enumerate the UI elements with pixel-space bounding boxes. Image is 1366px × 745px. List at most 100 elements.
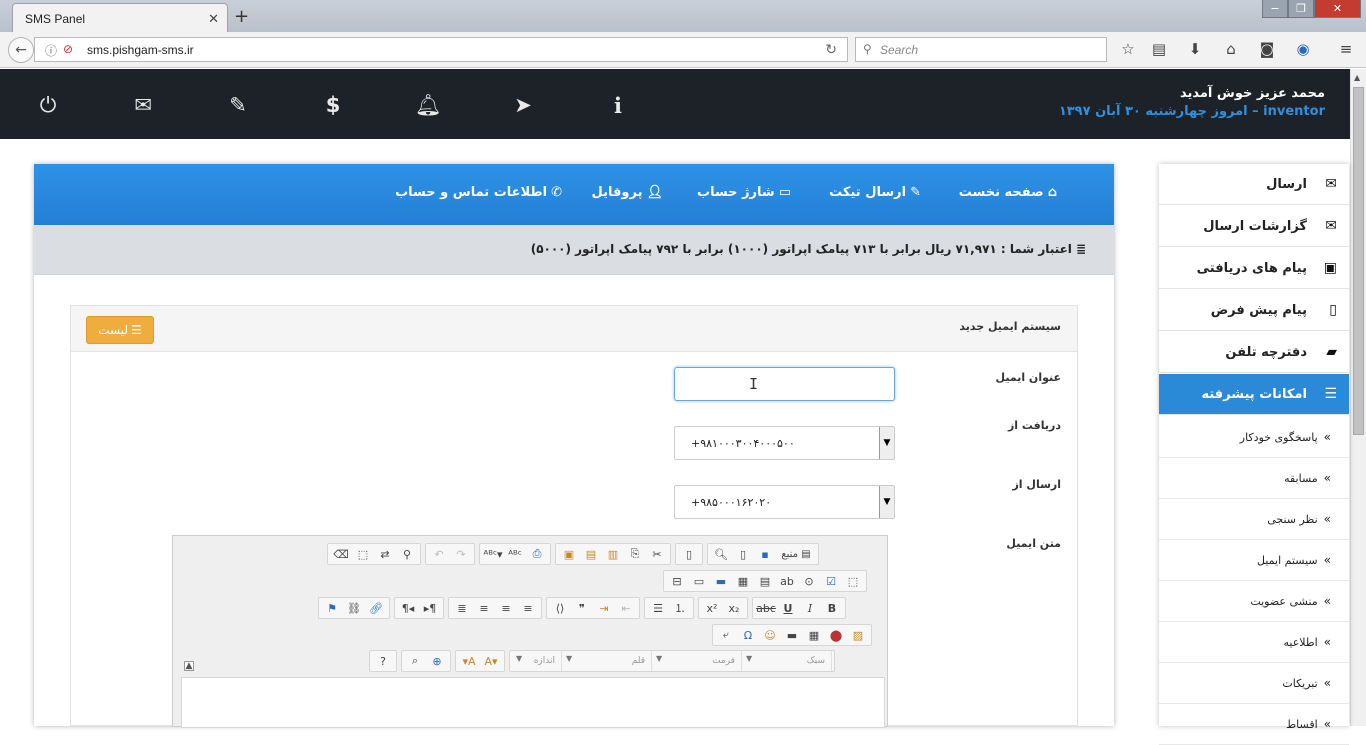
numbered-list-icon[interactable]: ⒈ xyxy=(669,598,691,618)
replace-icon[interactable]: ⇄ xyxy=(374,544,396,564)
nav-profile[interactable]: 👤︎پروفایل xyxy=(592,185,663,200)
redo-icon[interactable]: ↷ xyxy=(450,544,472,564)
nav-home[interactable]: ⌂صفحه نخست xyxy=(959,185,1057,200)
eraser-icon[interactable]: ⌫ xyxy=(330,544,352,564)
pocket-icon[interactable]: ◙ xyxy=(1257,40,1277,58)
sidebar-subitem-installments[interactable]: » اقساط xyxy=(1159,704,1349,745)
back-button[interactable]: ← xyxy=(8,37,34,63)
superscript-icon[interactable]: x² xyxy=(701,598,723,618)
new-tab-button[interactable]: + xyxy=(234,6,249,27)
bell-icon[interactable]: 🔔︎ xyxy=(413,93,443,117)
power-icon[interactable]: ⏻ xyxy=(33,93,63,117)
close-window-button[interactable]: ✕ xyxy=(1314,0,1361,18)
reload-icon[interactable]: ↻ xyxy=(825,41,837,58)
scroll-thumb[interactable] xyxy=(1353,87,1364,435)
sidebar-item-advanced[interactable]: ☰ امکانات پیشرفته xyxy=(1159,374,1349,415)
radio-icon[interactable]: ⊙ xyxy=(798,571,820,591)
browser-tab[interactable]: SMS Panel ✕ xyxy=(12,3,228,32)
link-icon[interactable]: 🔗︎ xyxy=(365,598,387,618)
sidebar-subitem-contest[interactable]: » مسابقه xyxy=(1159,458,1349,499)
paste-text-icon[interactable]: ▤ xyxy=(580,544,602,564)
dropdown-arrow-icon[interactable]: ▼ xyxy=(879,486,894,518)
strikethrough-icon[interactable]: abc xyxy=(755,598,777,618)
form-icon[interactable]: ⊟ xyxy=(666,571,688,591)
sidebar-item-phonebook[interactable]: ▰ دفترچه تلفن xyxy=(1159,332,1349,373)
templates-icon[interactable]: ▯ xyxy=(678,544,700,564)
div-container-icon[interactable]: ⟨⟩ xyxy=(549,598,571,618)
horizontal-line-icon[interactable]: ▬ xyxy=(781,625,803,645)
background-color-icon[interactable]: ▾A xyxy=(458,651,480,671)
mail-icon[interactable]: ✉ xyxy=(128,93,158,117)
bookmark-star-icon[interactable]: ☆ xyxy=(1118,40,1138,58)
sidebar-item-inbox[interactable]: ▣ پیام های دریافتی xyxy=(1159,248,1349,289)
paste-word-icon[interactable]: ▣ xyxy=(558,544,580,564)
indent-icon[interactable]: ⇥ xyxy=(593,598,615,618)
bold-icon[interactable]: B xyxy=(821,598,843,618)
sidebar-item-send[interactable]: ✉ ارسال xyxy=(1159,164,1349,205)
spellcheck-icon[interactable]: ᴬᴮᶜ xyxy=(504,544,526,564)
image-icon[interactable]: ▨ xyxy=(847,625,869,645)
editor-content-area[interactable] xyxy=(181,677,885,728)
undo-icon[interactable]: ↶ xyxy=(428,544,450,564)
maximize-icon[interactable]: ⊕ xyxy=(426,651,448,671)
table-icon[interactable]: ▦ xyxy=(803,625,825,645)
receive-from-select[interactable]: +۹۸۱۰۰۰۳۰۰۴۰۰۰۵۰۰ ▼ xyxy=(674,426,895,460)
subscript-icon[interactable]: x₂ xyxy=(723,598,745,618)
dollar-icon[interactable]: $ xyxy=(318,93,348,117)
collapse-toolbar-icon[interactable]: ▲ xyxy=(184,661,194,671)
ticket-icon[interactable]: ✎ xyxy=(223,93,253,117)
dropdown-arrow-icon[interactable]: ▼ xyxy=(879,427,894,459)
search-input[interactable]: ⚲ Search xyxy=(855,37,1107,62)
style-select[interactable]: سبک ▼ xyxy=(742,651,832,671)
underline-icon[interactable]: U xyxy=(777,598,799,618)
textfield-icon[interactable]: ▭ xyxy=(688,571,710,591)
smiley-icon[interactable]: ☺ xyxy=(759,625,781,645)
align-left-icon[interactable]: ≡ xyxy=(517,598,539,618)
send-from-select[interactable]: +۹۸۵۰۰۰۱۶۲۰۲۰ ▼ xyxy=(674,485,895,519)
text-direction-rtl-icon[interactable]: ¶◂ xyxy=(397,598,419,618)
print-icon[interactable]: ⎙ xyxy=(526,544,548,564)
find-icon[interactable]: ⚲ xyxy=(396,544,418,564)
cut-icon[interactable]: ✂ xyxy=(646,544,668,564)
save-icon[interactable]: ▪ xyxy=(754,544,776,564)
text-color-icon[interactable]: A▾ xyxy=(480,651,502,671)
info-icon[interactable]: ⓘ xyxy=(45,42,57,59)
source-button[interactable]: منبع ▤ xyxy=(776,544,816,564)
button-icon[interactable]: ▬ xyxy=(710,571,732,591)
page-break-icon[interactable]: ⤶ xyxy=(715,625,737,645)
nav-contact-info[interactable]: ✆اطلاعات تماس و حساب xyxy=(395,185,562,200)
text-direction-ltr-icon[interactable]: ▸¶ xyxy=(419,598,441,618)
special-char-icon[interactable]: Ω xyxy=(737,625,759,645)
menu-icon[interactable]: ≡ xyxy=(1336,40,1356,58)
tab-close-icon[interactable]: ✕ xyxy=(208,11,219,27)
flash-icon[interactable]: ⬤ xyxy=(825,625,847,645)
address-bar[interactable]: ⓘ ⊘ sms.pishgam-sms.ir ↻ xyxy=(34,37,848,62)
minimize-button[interactable]: − xyxy=(1262,0,1288,18)
image-button-icon[interactable]: ▦ xyxy=(732,571,754,591)
preview-icon[interactable]: 🔍︎ xyxy=(710,544,732,564)
textarea-icon[interactable]: ab xyxy=(776,571,798,591)
insecure-lock-icon[interactable]: ⊘ xyxy=(63,42,73,56)
help-icon[interactable]: ? xyxy=(372,651,394,671)
language-flag-icon[interactable]: ⚑ xyxy=(321,598,343,618)
scroll-up-icon[interactable]: ▲ xyxy=(1354,73,1360,82)
font-select[interactable]: قلم ▼ xyxy=(562,651,652,671)
sidebar-subitem-poll[interactable]: » نظر سنجی xyxy=(1159,499,1349,540)
paste-icon[interactable]: ▥ xyxy=(602,544,624,564)
nav-charge-account[interactable]: ▭شارژ حساب xyxy=(697,185,791,200)
account-icon[interactable]: ◉ xyxy=(1293,40,1313,58)
home-icon[interactable]: ⌂ xyxy=(1221,40,1241,58)
sidebar-subitem-greetings[interactable]: » تبریکات xyxy=(1159,663,1349,704)
unlink-icon[interactable]: ⛓ xyxy=(343,598,365,618)
sidebar-item-default-messages[interactable]: ▯ پیام پیش فرض xyxy=(1159,290,1349,331)
format-select[interactable]: فرمت ▼ xyxy=(652,651,742,671)
justify-icon[interactable]: ≣ xyxy=(451,598,473,618)
select-all-icon[interactable]: ⬚ xyxy=(352,544,374,564)
show-blocks-icon[interactable]: ⌕ xyxy=(404,651,426,671)
restore-button[interactable]: ❐ xyxy=(1288,0,1314,18)
outdent-icon[interactable]: ⇤ xyxy=(615,598,637,618)
align-center-icon[interactable]: ≡ xyxy=(495,598,517,618)
list-button[interactable]: ☰ لیست xyxy=(86,316,154,344)
reading-list-icon[interactable]: ▤ xyxy=(1149,40,1169,58)
copy-icon[interactable]: ⎘ xyxy=(624,544,646,564)
